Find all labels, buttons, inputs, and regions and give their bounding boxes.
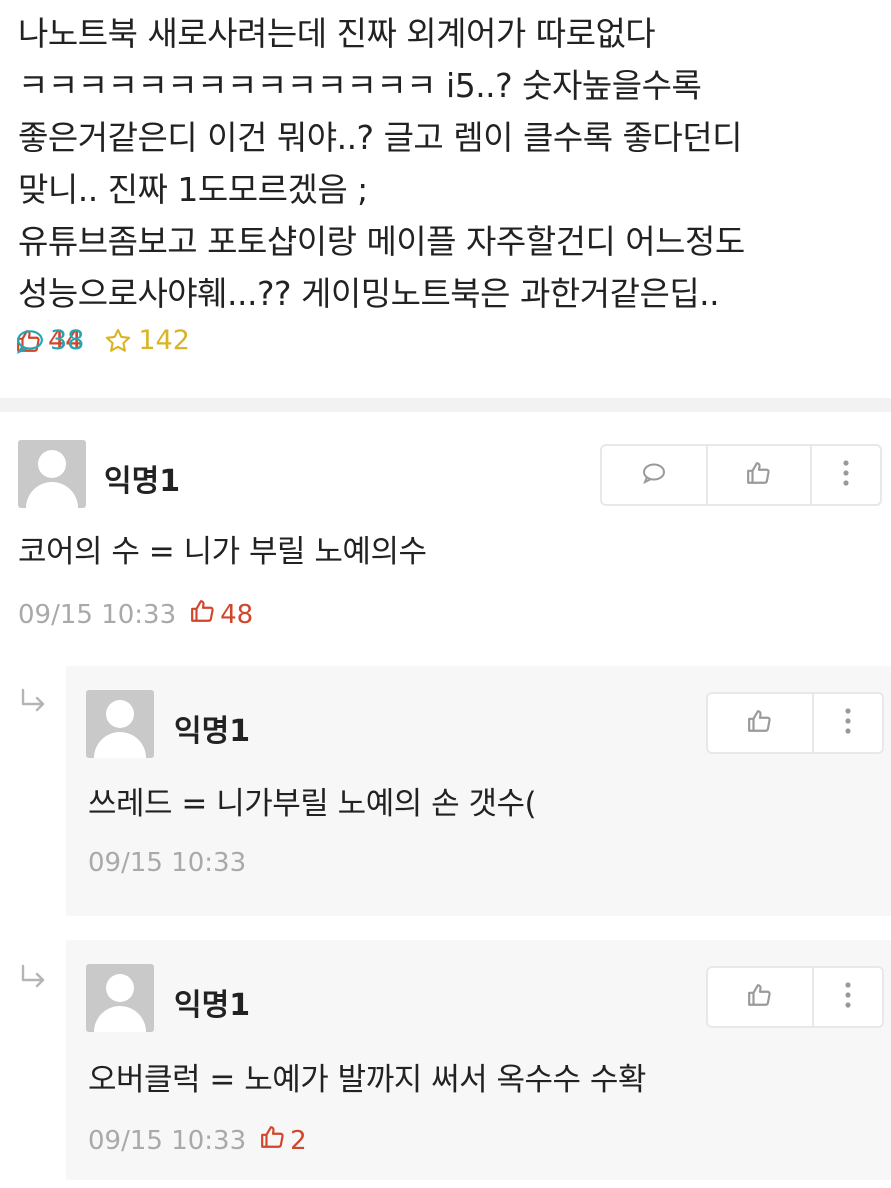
speech-bubble-icon xyxy=(641,461,667,489)
more-button[interactable] xyxy=(812,694,882,752)
avatar xyxy=(18,440,86,508)
reply-author: 익명1 xyxy=(174,988,251,1023)
like-button[interactable] xyxy=(708,968,812,1026)
like-button[interactable] xyxy=(706,446,810,504)
post-comment-value: 38 xyxy=(50,325,85,356)
post-body: 나노트북 새로사려는데 진짜 외계어가 따로없다 ㅋㅋㅋㅋㅋㅋㅋㅋㅋㅋㅋㅋㅋㅋ … xyxy=(18,8,878,320)
post-scrap-count[interactable]: 142 xyxy=(104,325,190,356)
thumbs-up-icon xyxy=(746,460,772,490)
reply-button[interactable] xyxy=(602,446,706,504)
thumbs-up-icon xyxy=(747,708,773,738)
post-line: 성능으로사야훼...?? 게이밍노트북은 과한거같은딥.. xyxy=(18,274,720,313)
post-line: 맞니.. 진짜 1도모르겠음 ; xyxy=(18,170,368,209)
comment: 익명1 코어의 수 = 니가 부릴 노예의수 09/15 10:33 48 xyxy=(0,412,891,652)
comment-like-count: 48 xyxy=(190,598,253,631)
more-button[interactable] xyxy=(810,446,880,504)
section-divider xyxy=(0,398,891,412)
comment-text: 코어의 수 = 니가 부릴 노예의수 xyxy=(18,534,427,570)
reply-time: 09/15 10:33 xyxy=(88,1125,247,1156)
reply-meta: 09/15 10:33 xyxy=(88,848,246,878)
thumbs-up-icon xyxy=(747,982,773,1012)
reply-like-count: 2 xyxy=(260,1124,307,1157)
speech-bubble-icon xyxy=(16,328,44,354)
reply: 익명1 쓰레드 = 니가부릴 노예의 손 갯수( 09/15 10:33 xyxy=(66,666,891,916)
post-scrap-value: 142 xyxy=(138,325,190,356)
thumbs-up-icon xyxy=(260,1124,286,1157)
comment-time: 09/15 10:33 xyxy=(18,599,177,630)
reply-actions xyxy=(706,966,884,1028)
comment-like-value: 48 xyxy=(220,599,254,630)
reply-arrow-icon xyxy=(18,686,48,724)
post-stats: 44 38 142 xyxy=(16,325,190,356)
reply-text: 오버클럭 = 노예가 발까지 써서 옥수수 수확 xyxy=(88,1062,646,1098)
reply-text: 쓰레드 = 니가부릴 노예의 손 갯수( xyxy=(88,786,537,822)
thumbs-up-icon xyxy=(190,598,216,631)
star-icon xyxy=(104,327,132,355)
post-line: 좋은거같은디 이건 뭐야..? 글고 렘이 클수록 좋다던디 xyxy=(18,118,743,157)
comment-meta: 09/15 10:33 48 xyxy=(18,598,253,631)
post-line: ㅋㅋㅋㅋㅋㅋㅋㅋㅋㅋㅋㅋㅋㅋ i5..? 숫자높을수록 xyxy=(18,66,702,105)
reply-time: 09/15 10:33 xyxy=(88,848,247,878)
comment-actions xyxy=(600,444,882,506)
reply-actions xyxy=(706,692,884,754)
avatar xyxy=(86,690,154,758)
more-button[interactable] xyxy=(812,968,882,1026)
vertical-ellipsis-icon xyxy=(844,707,852,739)
comment-author: 익명1 xyxy=(104,464,181,499)
reply-author: 익명1 xyxy=(174,714,251,749)
reply: 익명1 오버클럭 = 노예가 발까지 써서 옥수수 수확 09/15 10:33 xyxy=(66,940,891,1180)
avatar xyxy=(86,964,154,1032)
vertical-ellipsis-icon xyxy=(842,459,850,491)
vertical-ellipsis-icon xyxy=(844,981,852,1013)
reply-arrow-icon xyxy=(18,962,48,1000)
reply-like-value: 2 xyxy=(290,1125,307,1156)
post: 나노트북 새로사려는데 진짜 외계어가 따로없다 ㅋㅋㅋㅋㅋㅋㅋㅋㅋㅋㅋㅋㅋㅋ … xyxy=(18,8,878,320)
post-line: 유튜브좀보고 포토샵이랑 메이플 자주할건디 어느정도 xyxy=(18,222,745,261)
post-comment-count[interactable]: 38 xyxy=(16,325,84,356)
like-button[interactable] xyxy=(708,694,812,752)
post-line: 나노트북 새로사려는데 진짜 외계어가 따로없다 xyxy=(18,14,656,53)
reply-meta: 09/15 10:33 2 xyxy=(88,1124,307,1157)
